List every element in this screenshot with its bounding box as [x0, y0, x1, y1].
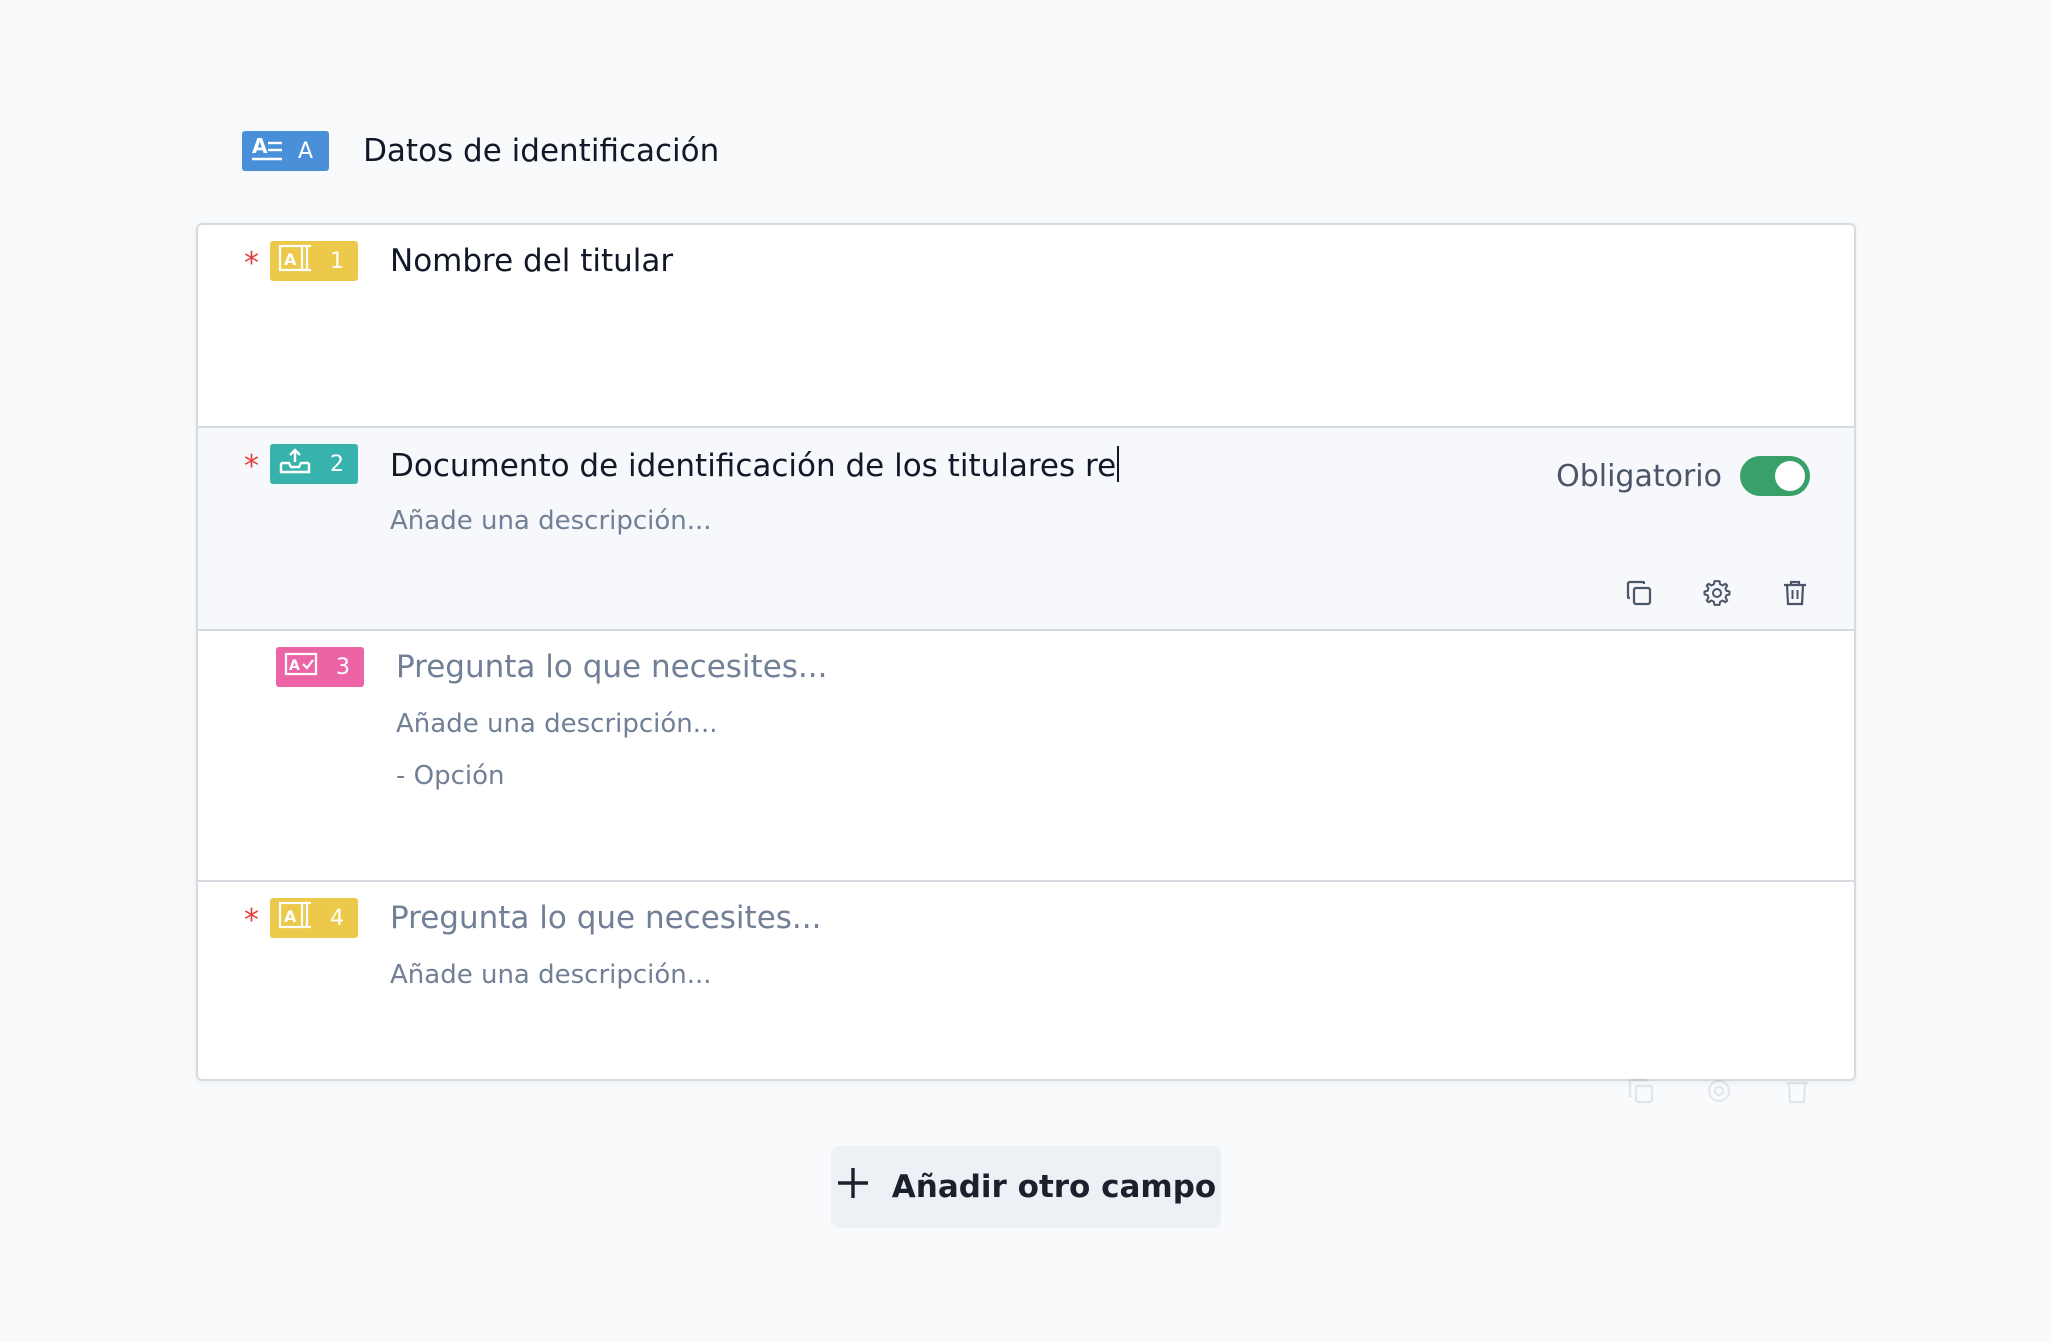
required-label: Obligatorio: [1556, 458, 1722, 494]
add-field-label: Añadir otro campo: [891, 1169, 1217, 1205]
field-type-badge[interactable]: A 1: [270, 241, 358, 281]
description-input[interactable]: Añade una descripción...: [390, 506, 712, 536]
settings-icon: [1704, 1076, 1734, 1106]
svg-text:A: A: [284, 907, 297, 926]
required-switch[interactable]: [1740, 456, 1810, 496]
text-caret: [1117, 446, 1120, 482]
svg-text:A: A: [289, 658, 300, 674]
required-marker: *: [244, 903, 259, 938]
description-input[interactable]: Añade una descripción...: [396, 709, 718, 739]
question-input[interactable]: Pregunta lo que necesites...: [390, 900, 822, 936]
svg-text:A: A: [252, 134, 268, 158]
field-row-active[interactable]: * 2 Documento de identificación de los t…: [198, 428, 1854, 631]
section-title[interactable]: Datos de identificación: [363, 133, 719, 169]
required-toggle: Obligatorio: [1556, 456, 1810, 496]
delete-icon[interactable]: [1780, 578, 1810, 608]
short-text-icon: A: [278, 900, 312, 936]
question-text[interactable]: Nombre del titular: [390, 243, 673, 279]
duplicate-icon: [1626, 1076, 1656, 1106]
field-row[interactable]: A 3 Pregunta lo que necesites... Añade u…: [198, 631, 1854, 882]
required-marker: *: [244, 246, 259, 281]
field-type-badge[interactable]: A 3: [276, 647, 364, 687]
plus-icon: [836, 1166, 870, 1208]
option-input[interactable]: - Opción: [396, 761, 505, 791]
section-letter: A: [298, 138, 314, 164]
field-type-badge[interactable]: 2: [270, 444, 358, 484]
duplicate-icon[interactable]: [1624, 578, 1654, 608]
description-input[interactable]: Añade una descripción...: [390, 960, 712, 990]
fields-card: * A 1 Nombre del titular * 2 Documento d…: [196, 223, 1856, 1081]
question-text: Documento de identificación de los titul…: [390, 448, 1117, 484]
field-type-badge[interactable]: A 4: [270, 898, 358, 938]
field-row[interactable]: * A 4 Pregunta lo que necesites... Añade…: [198, 882, 1854, 1079]
add-field-button[interactable]: Añadir otro campo: [831, 1146, 1221, 1228]
section-header: A A Datos de identificación: [242, 131, 719, 171]
form-editor: A A Datos de identificación * A 1 Nombre…: [0, 0, 2052, 1342]
field-actions: [1624, 578, 1810, 608]
field-row[interactable]: * A 1 Nombre del titular: [198, 225, 1854, 428]
question-input[interactable]: Pregunta lo que necesites...: [396, 649, 828, 685]
switch-knob: [1775, 461, 1805, 491]
field-number: 2: [330, 451, 344, 477]
field-number: 3: [336, 654, 350, 680]
short-text-icon: A: [278, 243, 312, 279]
text-format-icon: A: [252, 134, 284, 168]
field-number: 1: [330, 248, 344, 274]
settings-icon[interactable]: [1702, 578, 1732, 608]
field-number: 4: [330, 905, 344, 931]
file-upload-icon: [278, 446, 312, 482]
question-input[interactable]: Documento de identificación de los titul…: [390, 446, 1120, 484]
delete-icon: [1782, 1076, 1812, 1106]
multiple-choice-icon: A: [284, 649, 318, 685]
section-badge[interactable]: A A: [242, 131, 330, 171]
ghost-field-actions: [1626, 1076, 1812, 1106]
svg-text:A: A: [284, 250, 297, 269]
required-marker: *: [244, 449, 259, 484]
